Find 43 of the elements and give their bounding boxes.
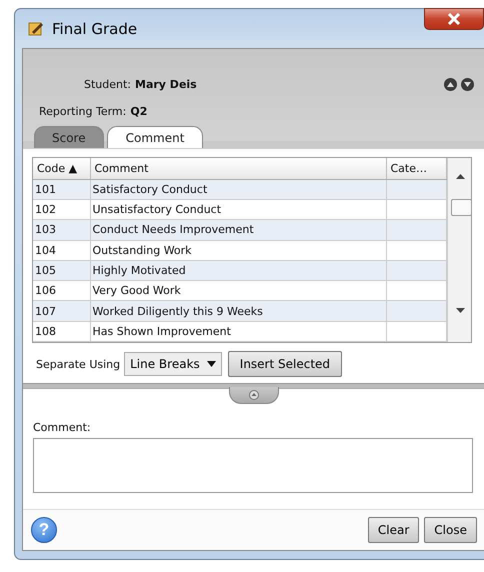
caret-icon: [206, 361, 216, 367]
dialog-button[interactable]: Clear: [368, 517, 420, 543]
column-header[interactable]: Cate…: [386, 158, 446, 180]
table-cell: 108: [33, 321, 90, 342]
table-cell: Outstanding Work: [90, 240, 386, 260]
scroll-down-icon[interactable]: [456, 308, 464, 313]
table-cell: 103: [33, 220, 90, 240]
dialog-button[interactable]: Close: [424, 517, 477, 543]
window-title: Final Grade: [52, 20, 138, 38]
table-cell: Has Shown Improvement: [90, 321, 386, 342]
scrollbar-thumb[interactable]: [450, 199, 471, 216]
term-value: Q2: [130, 105, 148, 118]
insert-selected-button[interactable]: Insert Selected: [228, 351, 342, 377]
down-arrow-icon: [464, 82, 471, 87]
table-cell: Satisfactory Conduct: [90, 179, 386, 200]
table-cell: 104: [33, 240, 90, 260]
student-label: Student:: [84, 78, 132, 91]
collapse-icon: [249, 390, 259, 400]
splitter-handle[interactable]: [229, 387, 279, 404]
close-button[interactable]: [424, 8, 484, 30]
comment-field[interactable]: [33, 438, 473, 493]
comment-label: Comment:: [33, 421, 92, 434]
table-cell: 101: [33, 179, 90, 200]
next-button[interactable]: [461, 78, 474, 91]
column-header[interactable]: Comment: [90, 158, 386, 180]
table-cell: Worked Diligently this 9 Weeks: [90, 300, 386, 322]
up-arrow-icon: [447, 82, 454, 87]
separator-dropdown[interactable]: Line Breaks: [124, 352, 222, 376]
student-name: Mary Deis: [135, 78, 197, 91]
table-cell: Highly Motivated: [90, 260, 386, 281]
column-header[interactable]: Code ▲: [33, 158, 90, 180]
table-cell: Conduct Needs Improvement: [90, 220, 386, 240]
previous-button[interactable]: [444, 78, 457, 91]
term-label: Reporting Term:: [39, 105, 126, 118]
table-cell: 105: [33, 260, 90, 281]
scrollbar[interactable]: [446, 158, 471, 342]
tab[interactable]: Comment: [106, 126, 204, 148]
close-icon: [447, 13, 461, 25]
table-cell: 107: [33, 300, 90, 322]
notebook-icon: [28, 21, 44, 36]
tab[interactable]: Score: [34, 126, 104, 148]
separate-label: Separate Using: [36, 358, 120, 370]
scroll-up-icon[interactable]: [456, 174, 464, 179]
